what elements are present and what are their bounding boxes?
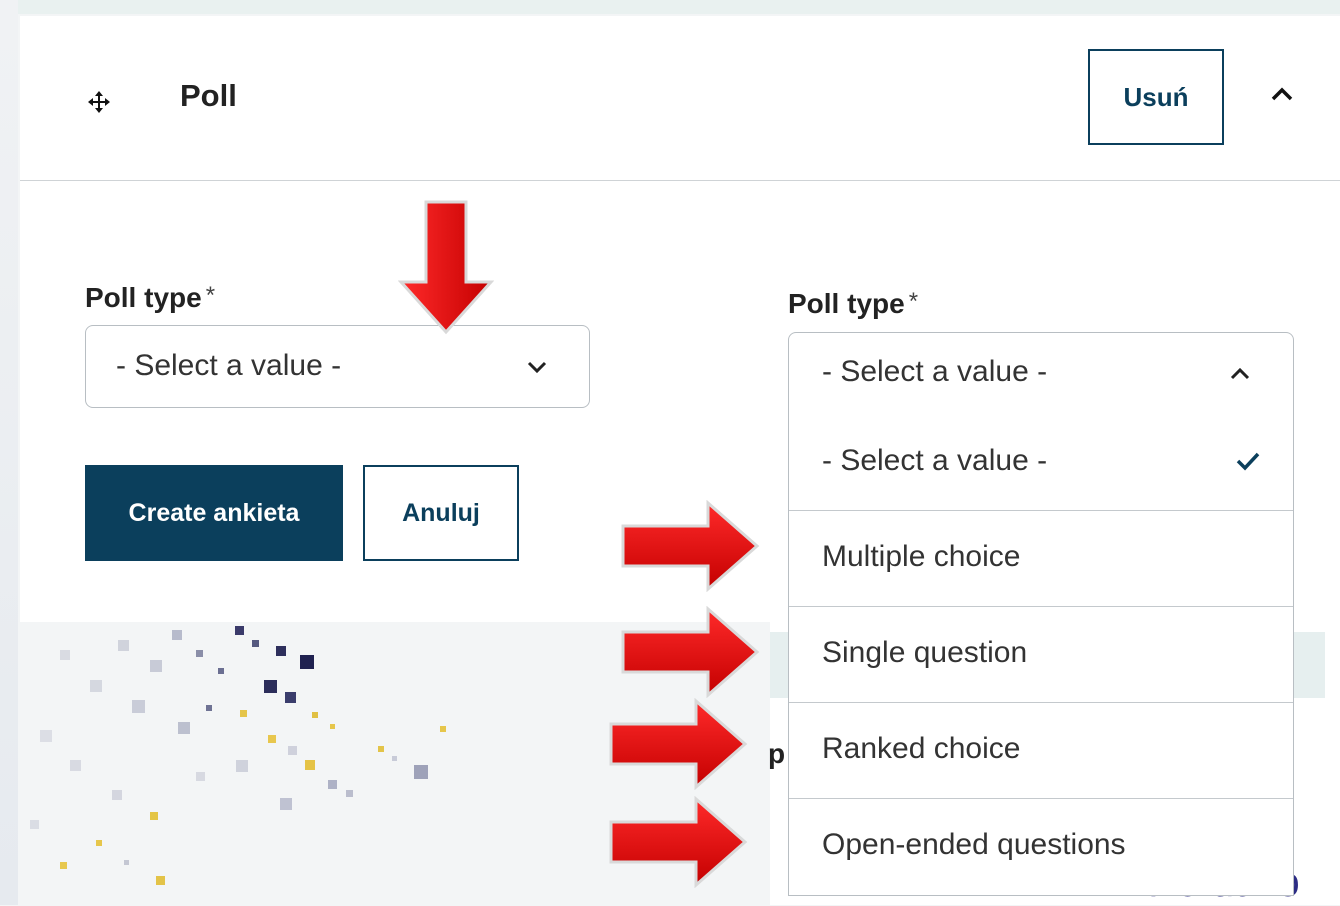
- move-icon[interactable]: [88, 91, 110, 113]
- poll-type-select[interactable]: - Select a value -: [85, 325, 590, 408]
- panel-title: Poll: [180, 78, 237, 113]
- dropdown-selected-value[interactable]: - Select a value -: [789, 333, 1293, 416]
- dropdown-poll-type-label: Poll type *: [788, 288, 919, 319]
- dropdown-option-multiple-choice[interactable]: Multiple choice: [789, 511, 1293, 607]
- option-label: Ranked choice: [822, 732, 1021, 765]
- checkmark-icon: [1236, 452, 1260, 471]
- option-label: Open-ended questions: [822, 828, 1126, 861]
- option-label: Multiple choice: [822, 540, 1021, 573]
- background-text-fragment: p: [768, 738, 786, 769]
- dropdown-option-single-question[interactable]: Single question: [789, 607, 1293, 703]
- select-value: - Select a value -: [116, 349, 342, 382]
- option-label: - Select a value -: [822, 444, 1048, 477]
- arrow-right-icon: [609, 698, 748, 790]
- arrow-down-icon: [398, 200, 494, 335]
- chevron-down-icon: [527, 361, 547, 374]
- arrow-right-icon: [621, 500, 760, 592]
- dropdown-option-select-a-value[interactable]: - Select a value -: [789, 415, 1293, 511]
- dropdown-selected-text: - Select a value -: [822, 355, 1048, 388]
- dropdown-option-ranked-choice[interactable]: Ranked choice: [789, 703, 1293, 799]
- option-label: Single question: [822, 636, 1028, 669]
- arrow-right-icon: [609, 796, 748, 888]
- dropdown-option-open-ended-questions[interactable]: Open-ended questions: [789, 799, 1293, 894]
- poll-type-dropdown[interactable]: - Select a value - - Select a value - Mu…: [788, 332, 1294, 896]
- background-left-strip: [0, 0, 18, 905]
- poll-type-label: Poll type *: [85, 282, 216, 313]
- chevron-up-icon[interactable]: [1268, 85, 1296, 103]
- remove-button[interactable]: Usuń: [1088, 49, 1224, 145]
- poll-panel-header: Poll Usuń: [20, 16, 1340, 181]
- chevron-up-icon: [1230, 367, 1250, 380]
- background-top-strip: [0, 0, 1340, 14]
- cancel-button[interactable]: Anuluj: [363, 465, 519, 561]
- create-poll-button[interactable]: Create ankieta: [85, 465, 343, 561]
- arrow-right-icon: [621, 606, 760, 698]
